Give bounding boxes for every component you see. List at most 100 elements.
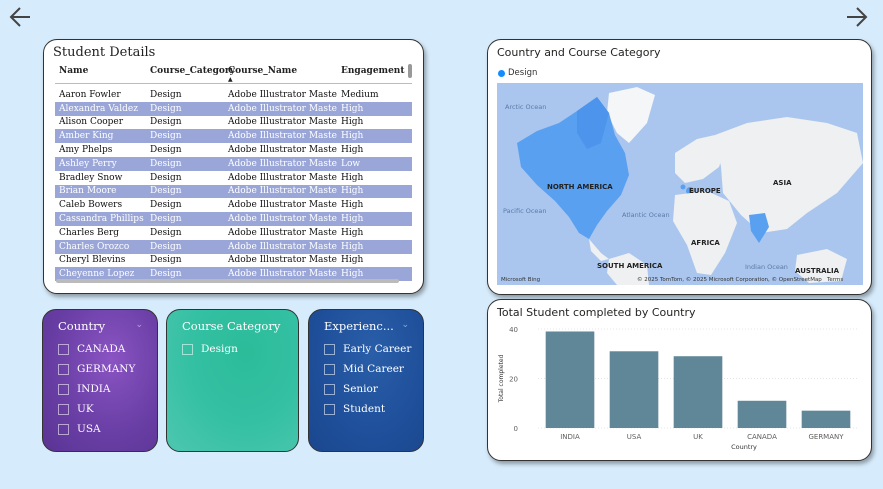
cell-name: Aaron Fowler: [59, 89, 121, 100]
slicer-option-label: GERMANY: [77, 363, 136, 375]
x-tick-label: GERMANY: [808, 433, 844, 441]
student-table[interactable]: Name Course_Category Course_Name ▲ Engage…: [55, 64, 412, 293]
table-row[interactable]: Charles Berg Design Adobe Illustrator Mast…: [55, 226, 412, 240]
cell-name: Cheyenne Lopez: [59, 269, 135, 280]
cell-course: Adobe Illustrator Mastery: [228, 200, 337, 211]
cell-category: Design: [150, 186, 182, 197]
table-row[interactable]: Aaron Fowler Design Adobe Illustrator Mast…: [55, 88, 412, 102]
forward-arrow-icon[interactable]: [843, 4, 869, 30]
table-row[interactable]: Caleb Bowers Design Adobe Illustrator Mast…: [55, 198, 412, 212]
y-tick-label: 40: [509, 326, 518, 334]
slicer-option[interactable]: Mid Career: [324, 359, 411, 379]
checkbox[interactable]: [58, 343, 69, 355]
checkbox[interactable]: [58, 403, 69, 415]
students-completed-chart-card: Total Student completed by Country 0 20 40…: [487, 299, 872, 461]
back-arrow-icon[interactable]: [8, 4, 34, 30]
cell-category: Design: [150, 103, 182, 114]
ocean-label-atlantic: Atlantic Ocean: [622, 211, 670, 219]
cell-engagement: High: [341, 117, 364, 128]
country-slicer-title: Country: [58, 319, 106, 333]
cell-engagement: High: [341, 145, 364, 156]
slicer-option-label: Mid Career: [343, 363, 404, 375]
x-tick-label: INDIA: [560, 433, 580, 441]
y-axis-title: Total completed: [498, 354, 505, 403]
cell-category: Design: [150, 214, 182, 225]
bar-uk[interactable]: [673, 356, 723, 428]
slicer-option[interactable]: GERMANY: [58, 359, 135, 379]
cell-name: Amy Phelps: [59, 145, 113, 156]
checkbox[interactable]: [324, 363, 335, 375]
cell-category: Design: [150, 131, 182, 142]
bar-india[interactable]: [545, 331, 595, 428]
slicer-option[interactable]: INDIA: [58, 379, 135, 399]
checkbox[interactable]: [324, 343, 335, 355]
checkbox[interactable]: [58, 363, 69, 375]
slicer-option[interactable]: Student: [324, 399, 411, 419]
slicer-option[interactable]: USA: [58, 419, 135, 439]
col-header-course[interactable]: Course_Name ▲: [224, 64, 337, 83]
course-category-slicer-list: Design: [182, 339, 238, 359]
table-row[interactable]: Brian Moore Design Adobe Illustrator Maste…: [55, 184, 412, 199]
col-header-name[interactable]: Name: [55, 64, 146, 83]
cell-name: Alison Cooper: [59, 117, 124, 128]
slicer-option[interactable]: Senior: [324, 379, 411, 399]
table-row[interactable]: Cassandra Phillips Design Adobe Illustrato…: [55, 212, 412, 226]
cell-course: Adobe Illustrator Mastery: [228, 241, 337, 252]
slicer-option[interactable]: Design: [182, 339, 238, 359]
label-south-america: SOUTH AMERICA: [597, 262, 663, 270]
x-tick-label: USA: [627, 433, 642, 441]
cell-engagement: High: [341, 241, 364, 252]
world-map[interactable]: Arctic Ocean Pacific Ocean Atlantic Ocea…: [497, 83, 863, 285]
checkbox[interactable]: [324, 403, 335, 415]
checkbox[interactable]: [182, 343, 193, 355]
x-axis-title: Country: [731, 443, 757, 451]
map-legend: Design: [498, 68, 537, 78]
cell-engagement: Low: [341, 158, 361, 169]
checkbox[interactable]: [324, 383, 335, 395]
cell-course: Adobe Illustrator Mastery: [228, 89, 337, 100]
x-tick-label: UK: [693, 433, 703, 441]
cell-course: Adobe Illustrator Mastery: [228, 255, 337, 266]
cell-category: Design: [150, 241, 182, 252]
bing-logo: Microsoft Bing: [501, 277, 541, 283]
table-row[interactable]: Amber King Design Adobe Illustrator Master…: [55, 129, 412, 144]
table-row[interactable]: Cheryl Blevins Design Adobe Illustrator Ma…: [55, 254, 412, 268]
table-row[interactable]: Amy Phelps Design Adobe Illustrator Master…: [55, 143, 412, 157]
table-row[interactable]: Charles Orozco Design Adobe Illustrator Ma…: [55, 239, 412, 254]
table-title: Student Details: [53, 45, 156, 60]
map-attribution: © 2025 TomTom, © 2025 Microsoft Corporat…: [637, 277, 822, 283]
slicer-option-label: CANADA: [77, 343, 126, 355]
table-row[interactable]: Ashley Perry Design Adobe Illustrator Mast…: [55, 156, 412, 171]
cell-engagement: High: [341, 214, 364, 225]
col-header-engagement[interactable]: Engagement Lev: [337, 64, 411, 83]
chevron-down-icon[interactable]: ⌄: [401, 320, 409, 330]
experience-slicer: Experienc... ⌄ Early Career Mid Career Sen…: [308, 309, 424, 452]
map-terms-link[interactable]: Terms: [827, 277, 843, 283]
slicer-option[interactable]: Early Career: [324, 339, 411, 359]
legend-label: Design: [508, 68, 538, 78]
checkbox[interactable]: [58, 383, 69, 395]
slicer-option[interactable]: CANADA: [58, 339, 135, 359]
checkbox[interactable]: [58, 423, 69, 435]
cell-course: Adobe Illustrator Mastery: [228, 103, 337, 114]
table-row[interactable]: Alexandra Valdez Design Adobe Illustrator …: [55, 101, 412, 116]
chevron-down-icon[interactable]: ⌄: [135, 320, 143, 330]
col-header-course-label: Course_Name: [228, 66, 298, 76]
bar-canada[interactable]: [737, 400, 787, 428]
horizontal-scrollbar[interactable]: [56, 279, 399, 283]
legend-dot: [498, 69, 505, 77]
cell-category: Design: [150, 117, 182, 128]
sort-asc-icon: ▲: [228, 76, 233, 83]
bar-usa[interactable]: [609, 351, 659, 428]
slicer-option[interactable]: UK: [58, 399, 135, 419]
bar-germany[interactable]: [801, 410, 851, 428]
cell-category: Design: [150, 255, 182, 266]
col-header-category[interactable]: Course_Category: [146, 64, 235, 83]
experience-slicer-title: Experienc...: [324, 319, 394, 333]
table-row[interactable]: Bradley Snow Design Adobe Illustrator Mast…: [55, 171, 412, 185]
vertical-scrollbar[interactable]: [408, 64, 412, 78]
cell-engagement: High: [341, 186, 364, 197]
cell-course: Adobe Illustrator Mastery: [228, 158, 337, 169]
slicer-option-label: UK: [77, 403, 94, 415]
table-row[interactable]: Alison Cooper Design Adobe Illustrator Mas…: [55, 116, 412, 130]
